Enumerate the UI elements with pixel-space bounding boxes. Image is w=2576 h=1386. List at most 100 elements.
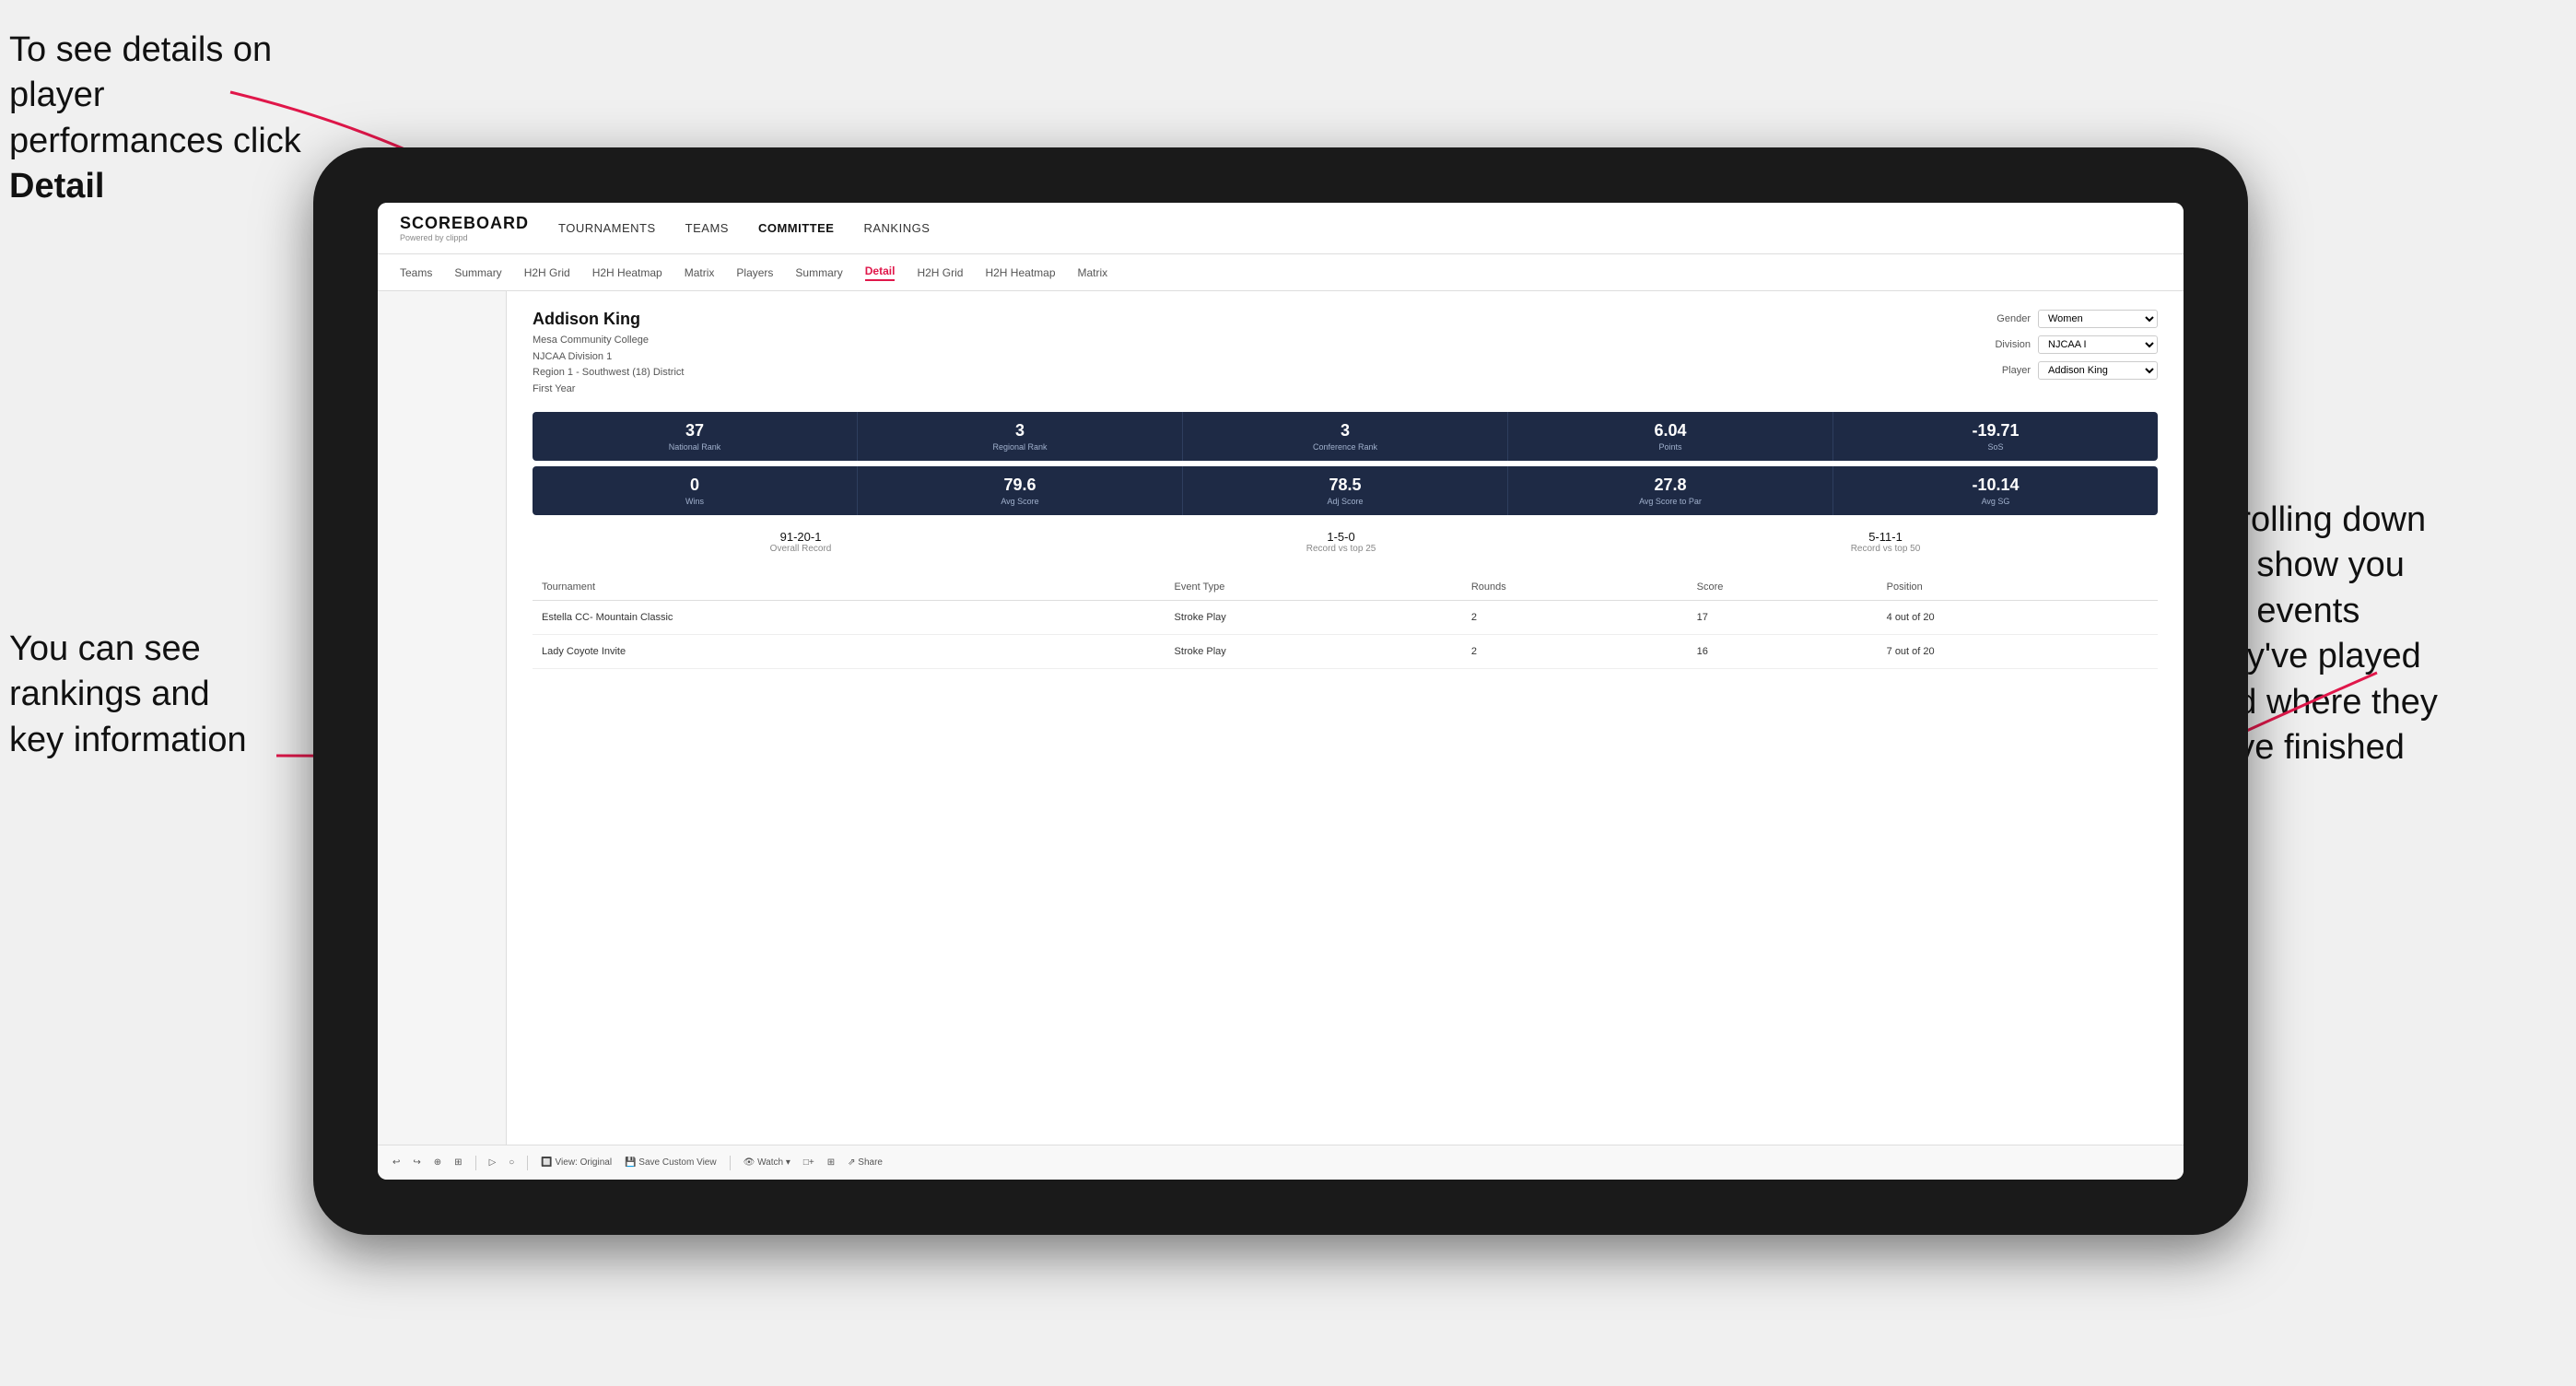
gender-filter-row: Gender Women Men — [1996, 310, 2158, 328]
records-row: 91-20-1 Overall Record 1-5-0 Record vs t… — [533, 521, 2158, 563]
stat-wins-label: Wins — [544, 497, 846, 506]
stat-regional-rank-label: Regional Rank — [869, 442, 1171, 452]
subnav-summary[interactable]: Summary — [454, 266, 501, 279]
nav-rankings[interactable]: RANKINGS — [863, 221, 930, 235]
subnav-h2h-heatmap[interactable]: H2H Heatmap — [592, 266, 662, 279]
stat-avg-sg: -10.14 Avg SG — [1833, 466, 2158, 515]
bottom-toolbar: ↩ ↪ ⊕ ⊞ ▷ ○ 🔲 View: Original 💾 Save Cust… — [378, 1145, 2184, 1180]
record-overall-label: Overall Record — [770, 544, 832, 554]
tablet-screen: SCOREBOARD Powered by clippd TOURNAMENTS… — [378, 203, 2184, 1180]
stat-avg-score-label: Avg Score — [869, 497, 1171, 506]
toolbar-save-custom[interactable]: 💾 Save Custom View — [625, 1157, 717, 1168]
nav-committee[interactable]: COMMITTEE — [758, 221, 835, 235]
subnav-detail[interactable]: Detail — [865, 264, 896, 281]
player-year: First Year — [533, 382, 684, 398]
player-filter-row: Player Addison King — [2002, 361, 2158, 380]
stat-adj-score-label: Adj Score — [1194, 497, 1496, 506]
stats-row-2: 0 Wins 79.6 Avg Score 78.5 Adj Score 27.… — [533, 466, 2158, 515]
record-top50-value: 5-11-1 — [1851, 530, 1921, 544]
logo-area: SCOREBOARD Powered by clippd — [400, 214, 529, 242]
player-select[interactable]: Addison King — [2038, 361, 2158, 380]
stat-sos-value: -19.71 — [1844, 421, 2147, 440]
stat-wins: 0 Wins — [533, 466, 858, 515]
player-name: Addison King — [533, 310, 684, 329]
annotation-bottomleft: You can seerankings andkey information — [9, 627, 341, 763]
table-header: Tournament Event Type Rounds Score Posit… — [533, 574, 2158, 601]
division-filter-row: Division NJCAA I NJCAA II — [1995, 335, 2158, 354]
toolbar-screen[interactable]: □+ — [803, 1157, 814, 1168]
subnav-players[interactable]: Players — [736, 266, 773, 279]
player-division: NJCAA Division 1 — [533, 349, 684, 366]
stat-avg-score-par: 27.8 Avg Score to Par — [1508, 466, 1833, 515]
toolbar-sep1 — [475, 1156, 476, 1170]
logo-sub: Powered by clippd — [400, 233, 529, 242]
table-row: Lady Coyote Invite Stroke Play 2 16 7 ou… — [533, 635, 2158, 669]
toolbar-undo[interactable]: ↩ — [392, 1157, 400, 1168]
stat-national-rank-value: 37 — [544, 421, 846, 440]
record-top50-label: Record vs top 50 — [1851, 544, 1921, 554]
toolbar-layout[interactable]: ⊞ — [827, 1157, 835, 1168]
subnav-teams[interactable]: Teams — [400, 266, 432, 279]
stat-sos: -19.71 SoS — [1833, 412, 2158, 461]
nav-tournaments[interactable]: TOURNAMENTS — [558, 221, 656, 235]
main-content: Addison King Mesa Community College NJCA… — [378, 291, 2184, 1145]
center-content: Addison King Mesa Community College NJCA… — [507, 291, 2184, 1145]
record-overall: 91-20-1 Overall Record — [770, 530, 832, 554]
record-top25-value: 1-5-0 — [1306, 530, 1376, 544]
logo-text: SCOREBOARD — [400, 214, 529, 233]
stats-row-1: 37 National Rank 3 Regional Rank 3 Confe… — [533, 412, 2158, 461]
stat-avg-sg-value: -10.14 — [1844, 476, 2147, 495]
annotation-detail-bold: Detail — [9, 167, 104, 206]
player-region: Region 1 - Southwest (18) District — [533, 365, 684, 382]
col-rounds: Rounds — [1462, 574, 1688, 601]
subnav-matrix2[interactable]: Matrix — [1078, 266, 1108, 279]
nav-teams[interactable]: TEAMS — [685, 221, 729, 235]
toolbar-play[interactable]: ▷ — [489, 1157, 497, 1168]
subnav-summary2[interactable]: Summary — [795, 266, 842, 279]
toolbar-view-original[interactable]: 🔲 View: Original — [541, 1157, 612, 1168]
stat-avg-score-par-label: Avg Score to Par — [1519, 497, 1821, 506]
stat-adj-score-value: 78.5 — [1194, 476, 1496, 495]
subnav-h2h-grid[interactable]: H2H Grid — [524, 266, 570, 279]
rounds-1: 2 — [1462, 601, 1688, 635]
col-event-type: Event Type — [1165, 574, 1462, 601]
stat-national-rank-label: National Rank — [544, 442, 846, 452]
subnav-h2h-heatmap2[interactable]: H2H Heatmap — [985, 266, 1055, 279]
stat-sos-label: SoS — [1844, 442, 2147, 452]
player-filters: Gender Women Men Division NJCAA I NJCAA … — [1995, 310, 2158, 397]
toolbar-circle[interactable]: ○ — [509, 1157, 514, 1168]
stat-conference-rank: 3 Conference Rank — [1183, 412, 1508, 461]
toolbar-refresh[interactable]: ⊕ — [434, 1157, 441, 1168]
subnav-h2h-grid2[interactable]: H2H Grid — [917, 266, 963, 279]
toolbar-share[interactable]: ⇗ Share — [848, 1157, 883, 1168]
score-1: 17 — [1688, 601, 1878, 635]
record-top25-label: Record vs top 25 — [1306, 544, 1376, 554]
table-header-row: Tournament Event Type Rounds Score Posit… — [533, 574, 2158, 601]
player-school: Mesa Community College — [533, 333, 684, 349]
gender-select[interactable]: Women Men — [2038, 310, 2158, 328]
stat-conference-rank-label: Conference Rank — [1194, 442, 1496, 452]
top-nav: SCOREBOARD Powered by clippd TOURNAMENTS… — [378, 203, 2184, 254]
event-type-1: Stroke Play — [1165, 601, 1462, 635]
toolbar-redo[interactable]: ↪ — [413, 1157, 420, 1168]
stat-points-label: Points — [1519, 442, 1821, 452]
top-nav-links: TOURNAMENTS TEAMS COMMITTEE RANKINGS — [558, 221, 930, 235]
toolbar-grid[interactable]: ⊞ — [454, 1157, 462, 1168]
stat-avg-score-value: 79.6 — [869, 476, 1171, 495]
division-select[interactable]: NJCAA I NJCAA II — [2038, 335, 2158, 354]
subnav-matrix[interactable]: Matrix — [685, 266, 715, 279]
tournament-table: Tournament Event Type Rounds Score Posit… — [533, 574, 2158, 669]
score-2: 16 — [1688, 635, 1878, 669]
record-top25: 1-5-0 Record vs top 25 — [1306, 530, 1376, 554]
stat-wins-value: 0 — [544, 476, 846, 495]
col-position: Position — [1878, 574, 2158, 601]
player-label: Player — [2002, 365, 2031, 376]
annotation-topleft: To see details on player performances cl… — [9, 28, 322, 210]
toolbar-watch[interactable]: 👁 Watch ▾ — [744, 1157, 790, 1168]
player-info: Addison King Mesa Community College NJCA… — [533, 310, 684, 397]
rounds-2: 2 — [1462, 635, 1688, 669]
toolbar-sep3 — [730, 1156, 731, 1170]
gender-label: Gender — [1996, 313, 2031, 324]
sub-nav: Teams Summary H2H Grid H2H Heatmap Matri… — [378, 254, 2184, 291]
position-2: 7 out of 20 — [1878, 635, 2158, 669]
